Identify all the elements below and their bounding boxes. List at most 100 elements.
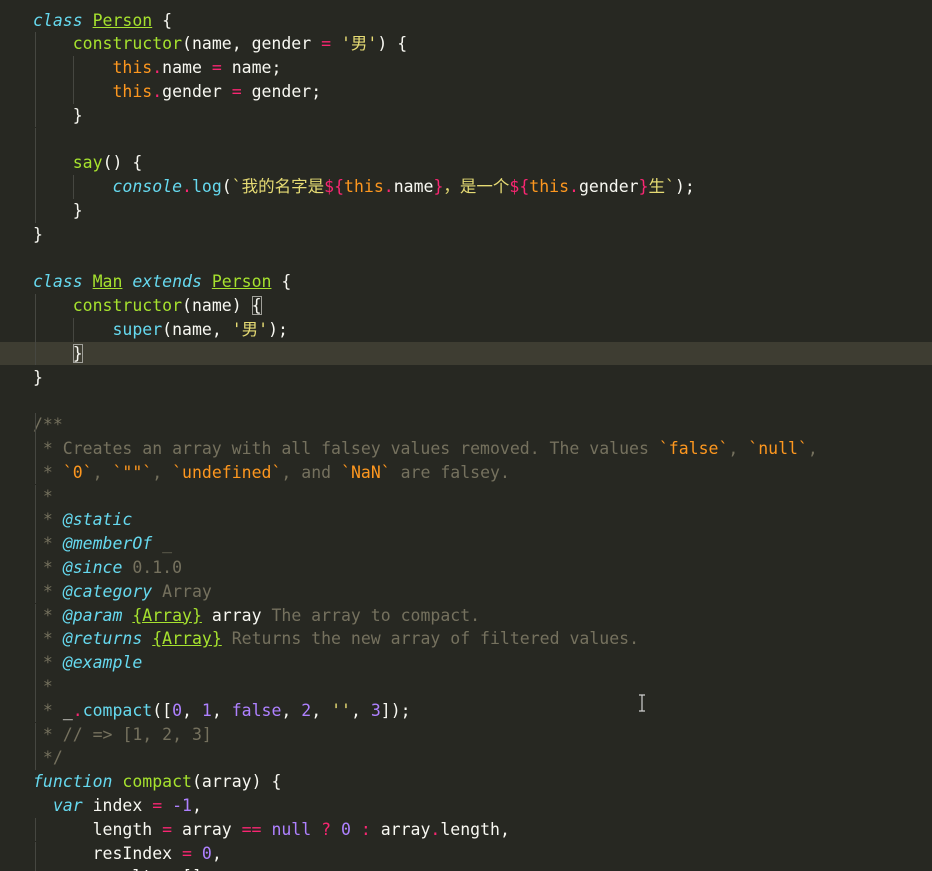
code-line[interactable] [0,247,932,271]
code-line[interactable]: class Man extends Person { [0,270,932,294]
indent-guide [35,79,36,104]
code-line[interactable]: constructor(name) { [0,294,932,318]
code-token: ); [674,177,695,197]
code-line[interactable]: * @param {Array} array The array to comp… [0,604,932,628]
code-line[interactable]: * [0,675,932,699]
code-token: (name, gender [182,34,322,54]
code-line[interactable]: * @example [0,651,932,675]
code-line[interactable]: } [0,104,932,128]
code-line[interactable]: * // => [1, 2, 3] [0,723,932,747]
code-token: , [211,843,222,863]
code-token: , [92,462,113,482]
indent-guide [35,56,36,80]
indent-guide [73,56,75,80]
code-line[interactable]: var index = -1, [0,794,932,818]
indent-guide [35,674,36,699]
code-token: } [33,200,83,220]
code-line[interactable]: * [0,485,932,509]
code-token: extends [132,272,202,292]
code-line[interactable] [0,389,932,413]
indent-guide [35,698,36,723]
code-line[interactable]: length = array == null ? 0 : array.lengt… [0,818,932,842]
code-line[interactable]: * Creates an array with all falsey value… [0,437,932,461]
code-line[interactable]: result = []; [0,865,932,871]
code-token: array [370,819,431,839]
code-token: `我的名字是 [231,177,325,197]
code-line[interactable]: class Person { [0,9,932,33]
code-token: 0 [201,843,212,863]
code-token: `null` [748,438,808,458]
indent-guide [35,317,36,342]
code-line[interactable]: * @returns {Array} Returns the new array… [0,627,932,651]
code-line[interactable]: } [0,366,932,390]
code-token: _ [62,700,73,720]
code-token: {Array} [132,605,202,625]
code-line[interactable]: function compact(array) { [0,770,932,794]
code-token: var [52,795,83,815]
code-token: ${ [509,177,530,197]
code-token: `undefined` [172,462,282,482]
code-line[interactable]: } [0,199,932,223]
code-token: = [231,81,242,101]
code-token: 生` [648,177,675,197]
code-line[interactable]: * _.compact([0, 1, false, 2, '', 3]); [0,699,932,723]
code-token: `""` [112,462,153,482]
code-token: _ [152,534,173,554]
code-token: = [321,34,332,54]
code-token: ]); [380,700,411,720]
indent-guide [35,413,36,437]
code-line[interactable]: say() { [0,151,932,175]
code-token: (array) { [191,772,282,792]
code-line[interactable]: this.gender = gender; [0,80,932,104]
code-editor[interactable]: class Person { constructor(name, gender … [0,0,932,871]
code-line[interactable]: resIndex = 0, [0,842,932,866]
code-token: false [231,700,282,720]
code-line[interactable]: * @static [0,508,932,532]
code-line[interactable]: * @memberOf _ [0,532,932,556]
code-token: () { [102,153,143,173]
code-line[interactable]: super(name, '男'); [0,318,932,342]
indent-guide [73,317,75,342]
code-line[interactable]: * @since 0.1.0 [0,556,932,580]
indent-guide [35,603,36,628]
code-line[interactable] [0,128,932,152]
code-token: Person [92,10,153,30]
code-line[interactable]: console.log(`我的名字是${this.name}，是一个${this… [0,175,932,199]
code-token: . [152,58,163,78]
code-token: length, [440,819,510,839]
code-token: say [72,153,103,173]
code-line[interactable]: } [0,223,932,247]
indent-guide [35,103,36,128]
indent-guide [35,341,36,366]
code-line[interactable]: } [0,341,932,366]
code-line[interactable]: * @category Array [0,580,932,604]
code-token: (name) [182,296,252,316]
code-token: * [33,557,63,577]
code-token: * [33,510,63,530]
code-line[interactable]: this.name = name; [0,56,932,80]
code-line[interactable]: /** [0,413,932,437]
code-line[interactable]: */ [0,746,932,770]
indent-guide [35,460,36,485]
indent-guide [35,294,36,318]
code-token: array [172,819,242,839]
code-line[interactable]: constructor(name, gender = '男') { [0,32,932,56]
code-token: = [182,843,192,863]
code-token: name [393,177,434,197]
code-token: * [33,605,63,625]
code-token: , [191,795,202,815]
code-line[interactable]: * `0`, `""`, `undefined`, and `NaN` are … [0,461,932,485]
code-token: * [33,629,63,649]
code-token: , [807,438,818,458]
code-token: this [112,58,153,78]
code-token: } [33,105,83,125]
code-token: log [191,177,222,197]
code-token: 0.1.0 [122,557,183,577]
